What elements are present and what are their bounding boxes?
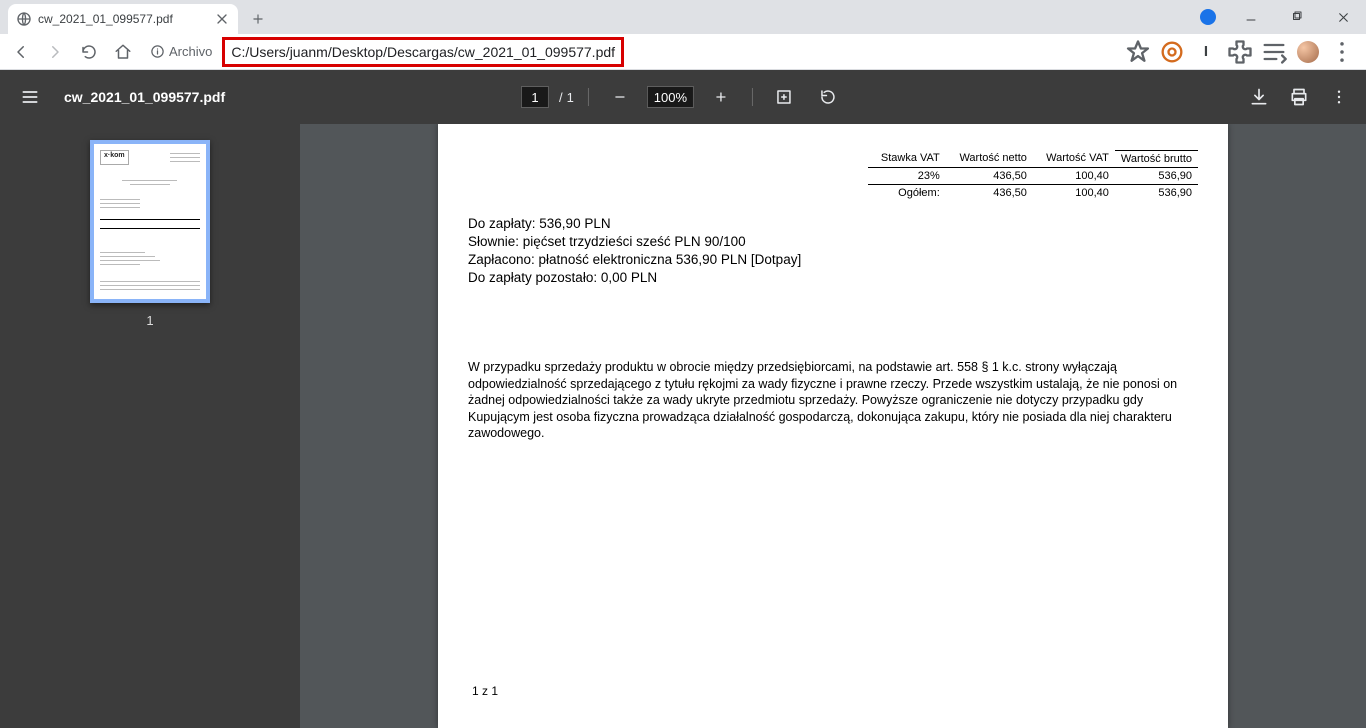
extensions-puzzle-icon[interactable] [1226, 38, 1254, 66]
bookmark-star-icon[interactable] [1124, 38, 1152, 66]
globe-icon [16, 11, 32, 27]
totals-row1-vat: 100,40 [1033, 167, 1115, 184]
chrome-menu-button[interactable] [1328, 38, 1356, 66]
account-indicator-icon[interactable] [1200, 9, 1216, 25]
page-scroll-area[interactable]: Stawka VAT Wartość netto Wartość VAT War… [300, 124, 1366, 728]
page-total: /1 [559, 90, 574, 105]
thumbnail-page-1[interactable]: x·kom [90, 140, 210, 303]
pay-line-1: Do zapłaty: 536,90 PLN [468, 215, 1198, 233]
window-controls [1228, 0, 1366, 34]
zoom-level-input[interactable]: 100% [647, 86, 694, 108]
profile-avatar[interactable] [1294, 38, 1322, 66]
avatar-icon [1297, 41, 1319, 63]
reload-button[interactable] [74, 37, 104, 67]
file-info-label: Archivo [169, 44, 212, 59]
totals-col-netto: Wartość netto [946, 150, 1033, 167]
legal-paragraph: W przypadku sprzedaży produktu w obrocie… [468, 359, 1198, 442]
thumb-logo-text: x·kom [100, 150, 129, 165]
pdf-page: Stawka VAT Wartość netto Wartość VAT War… [438, 124, 1228, 728]
totals-col-vat: Wartość VAT [1033, 150, 1115, 167]
totals-sum-vat: 100,40 [1033, 184, 1115, 201]
pdf-more-menu[interactable] [1322, 80, 1356, 114]
pdf-sidebar-toggle[interactable] [10, 77, 50, 117]
close-tab-icon[interactable] [214, 11, 230, 27]
new-tab-button[interactable] [244, 5, 272, 33]
file-info-chip[interactable]: Archivo [146, 44, 216, 59]
zoom-in-button[interactable] [704, 80, 738, 114]
maximize-button[interactable] [1274, 0, 1320, 34]
zoom-out-button[interactable] [603, 80, 637, 114]
rotate-button[interactable] [811, 80, 845, 114]
pdf-toolbar: cw_2021_01_099577.pdf 1 /1 100% [0, 70, 1366, 124]
tab-strip: cw_2021_01_099577.pdf [0, 0, 1366, 34]
back-button[interactable] [6, 37, 36, 67]
browser-tab[interactable]: cw_2021_01_099577.pdf [8, 4, 238, 34]
forward-button[interactable] [40, 37, 70, 67]
minimize-button[interactable] [1228, 0, 1274, 34]
totals-table: Stawka VAT Wartość netto Wartość VAT War… [868, 142, 1198, 201]
thumbnail-sidebar: x·kom [0, 124, 300, 728]
tab-title: cw_2021_01_099577.pdf [38, 12, 208, 26]
toolbar-right-icons: I [1124, 38, 1360, 66]
page-number-input[interactable]: 1 [521, 86, 549, 108]
fit-page-button[interactable] [767, 80, 801, 114]
totals-sum-brutto: 536,90 [1115, 184, 1198, 201]
totals-col-brutto: Wartość brutto [1115, 150, 1198, 167]
url-highlight[interactable]: C:/Users/juanm/Desktop/Descargas/cw_2021… [222, 37, 624, 67]
pay-line-3: Zapłacono: płatność elektroniczna 536,90… [468, 251, 1198, 269]
pdf-file-title: cw_2021_01_099577.pdf [64, 89, 225, 105]
pdf-viewer: x·kom [0, 124, 1366, 728]
totals-row1-brutto: 536,90 [1115, 167, 1198, 184]
totals-row1-netto: 436,50 [946, 167, 1033, 184]
payment-block: Do zapłaty: 536,90 PLN Słownie: pięćset … [468, 215, 1198, 288]
omnibox[interactable]: Archivo C:/Users/juanm/Desktop/Descargas… [146, 38, 1116, 66]
totals-sum-label: Ogółem: [868, 184, 946, 201]
home-button[interactable] [108, 37, 138, 67]
totals-sum-netto: 436,50 [946, 184, 1033, 201]
separator [588, 88, 589, 106]
close-window-button[interactable] [1320, 0, 1366, 34]
letter-i-icon[interactable]: I [1192, 38, 1220, 66]
thumbnail-page-number: 1 [146, 313, 153, 328]
pay-line-4: Do zapłaty pozostało: 0,00 PLN [468, 269, 1198, 287]
reading-list-icon[interactable] [1260, 38, 1288, 66]
extension-circle-icon[interactable] [1158, 38, 1186, 66]
print-button[interactable] [1282, 80, 1316, 114]
page-footer-number: 1 z 1 [472, 684, 498, 698]
address-bar-row: Archivo C:/Users/juanm/Desktop/Descargas… [0, 34, 1366, 70]
totals-col-stawka: Stawka VAT [868, 150, 946, 167]
download-button[interactable] [1242, 80, 1276, 114]
separator [752, 88, 753, 106]
pay-line-2: Słownie: pięćset trzydzieści sześć PLN 9… [468, 233, 1198, 251]
totals-row1-stawka: 23% [868, 167, 946, 184]
